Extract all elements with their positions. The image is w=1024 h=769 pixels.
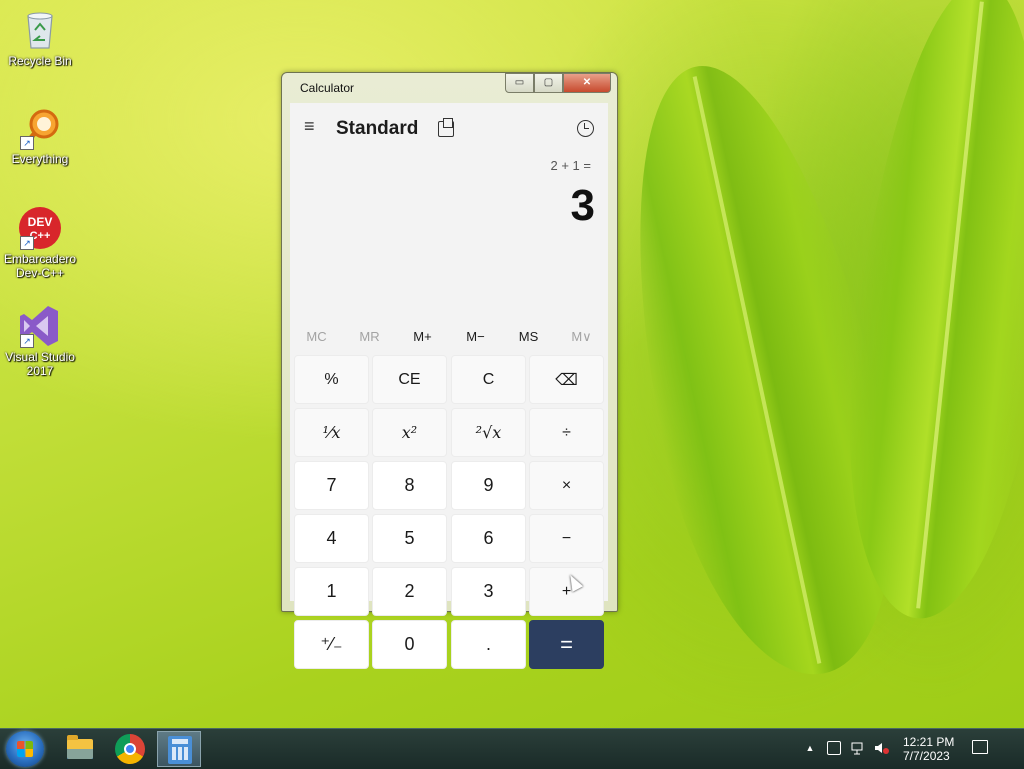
- recycle-bin-icon: [18, 8, 62, 52]
- menu-icon[interactable]: ≡: [304, 117, 322, 135]
- taskbar-chrome[interactable]: [108, 731, 152, 767]
- digit-1-button[interactable]: 1: [294, 567, 369, 616]
- desktop-icon-label: Recycle Bin: [8, 54, 72, 68]
- digit-5-button[interactable]: 5: [372, 514, 447, 563]
- desktop-icon-label: Everything: [11, 152, 69, 166]
- mode-title: Standard: [336, 118, 419, 139]
- memory-store-button[interactable]: MS: [502, 325, 555, 349]
- calculator-window: Calculator ▭ ▢ ✕ ≡ Standard 2 + 1 = 3 MC…: [281, 72, 618, 669]
- svg-text:DEV: DEV: [28, 215, 53, 229]
- history-icon[interactable]: [577, 120, 594, 137]
- clock-time: 12:21 PM: [903, 735, 955, 749]
- square-label: x²: [401, 423, 418, 442]
- chrome-icon: [115, 734, 145, 764]
- expression-display: 2 + 1 =: [550, 158, 591, 173]
- digit-7-button[interactable]: 7: [294, 461, 369, 510]
- reciprocal-button[interactable]: ¹⁄x: [294, 408, 369, 457]
- memory-list-button[interactable]: M∨: [555, 325, 608, 349]
- memory-recall-button[interactable]: MR: [343, 325, 396, 349]
- window-title: Calculator: [300, 81, 355, 95]
- network-icon[interactable]: [851, 741, 865, 755]
- visual-studio-icon: ↗: [18, 304, 62, 348]
- square-root-label: ²√x: [475, 423, 502, 442]
- decimal-button[interactable]: .: [451, 620, 526, 669]
- close-button[interactable]: ✕: [563, 73, 611, 93]
- system-clock[interactable]: 12:21 PM 7/7/2023: [903, 735, 954, 763]
- taskbar-calculator[interactable]: [157, 731, 201, 767]
- notifications-icon[interactable]: [972, 740, 988, 754]
- desktop-icon-label: Embarcadero Dev-C++: [4, 252, 77, 280]
- desktop-icon-visual-studio[interactable]: ↗ Visual Studio 2017: [4, 304, 76, 378]
- digit-8-button[interactable]: 8: [372, 461, 447, 510]
- minus-button[interactable]: −: [529, 514, 604, 563]
- result-display: 3: [570, 181, 595, 230]
- window-titlebar[interactable]: Calculator ▭ ▢ ✕: [282, 73, 617, 103]
- desktop-icon-everything[interactable]: ↗ Everything: [4, 106, 76, 166]
- percent-button[interactable]: %: [294, 355, 369, 404]
- equals-button[interactable]: =: [529, 620, 604, 669]
- reciprocal-label: ¹⁄x: [322, 423, 341, 442]
- shortcut-arrow-icon: ↗: [20, 236, 34, 250]
- digit-2-button[interactable]: 2: [372, 567, 447, 616]
- square-root-button[interactable]: ²√x: [451, 408, 526, 457]
- clear-button[interactable]: C: [451, 355, 526, 404]
- shortcut-arrow-icon: ↗: [20, 136, 34, 150]
- multiply-button[interactable]: ×: [529, 461, 604, 510]
- clear-entry-button[interactable]: CE: [372, 355, 447, 404]
- plus-button[interactable]: +: [529, 567, 604, 616]
- clock-date: 7/7/2023: [903, 749, 950, 763]
- calculator-body: ≡ Standard 2 + 1 = 3 MC MR M+ M− MS M∨ %…: [290, 103, 608, 669]
- volume-muted-icon[interactable]: [874, 741, 889, 755]
- digit-0-button[interactable]: 0: [372, 620, 447, 669]
- memory-bar: MC MR M+ M− MS M∨: [290, 325, 608, 349]
- desktop-icon-label: Visual Studio 2017: [5, 350, 75, 378]
- taskbar: ▲ 12:21 PM 7/7/2023: [0, 728, 1024, 769]
- desktop-icon-recycle-bin[interactable]: Recycle Bin: [4, 8, 76, 68]
- action-center-flag-icon[interactable]: [827, 741, 841, 755]
- keypad: % CE C ⌫ ¹⁄x x² ²√x ÷ 7 8 9 × 4 5 6 − 1 …: [294, 355, 606, 671]
- shortcut-arrow-icon: ↗: [20, 334, 34, 348]
- start-button[interactable]: [6, 731, 44, 767]
- folder-icon: [67, 735, 93, 759]
- minimize-button[interactable]: ▭: [505, 73, 534, 93]
- taskbar-file-explorer[interactable]: [58, 731, 102, 767]
- negate-button[interactable]: ⁺⁄₋: [294, 620, 369, 669]
- digit-4-button[interactable]: 4: [294, 514, 369, 563]
- memory-subtract-button[interactable]: M−: [449, 325, 502, 349]
- backspace-button[interactable]: ⌫: [529, 355, 604, 404]
- maximize-button[interactable]: ▢: [534, 73, 563, 93]
- square-button[interactable]: x²: [372, 408, 447, 457]
- divide-button[interactable]: ÷: [529, 408, 604, 457]
- memory-add-button[interactable]: M+: [396, 325, 449, 349]
- calculator-icon: [168, 736, 192, 764]
- digit-3-button[interactable]: 3: [451, 567, 526, 616]
- digit-6-button[interactable]: 6: [451, 514, 526, 563]
- magnifier-icon: ↗: [18, 106, 62, 150]
- keep-on-top-icon[interactable]: [438, 118, 454, 137]
- digit-9-button[interactable]: 9: [451, 461, 526, 510]
- calculator-header: ≡ Standard: [290, 103, 608, 153]
- memory-clear-button[interactable]: MC: [290, 325, 343, 349]
- desktop-icon-dev-cpp[interactable]: DEV C++ ↗ Embarcadero Dev-C++: [4, 206, 76, 280]
- dev-cpp-logo-icon: DEV C++ ↗: [18, 206, 62, 250]
- show-hidden-icons-button[interactable]: ▲: [803, 741, 817, 755]
